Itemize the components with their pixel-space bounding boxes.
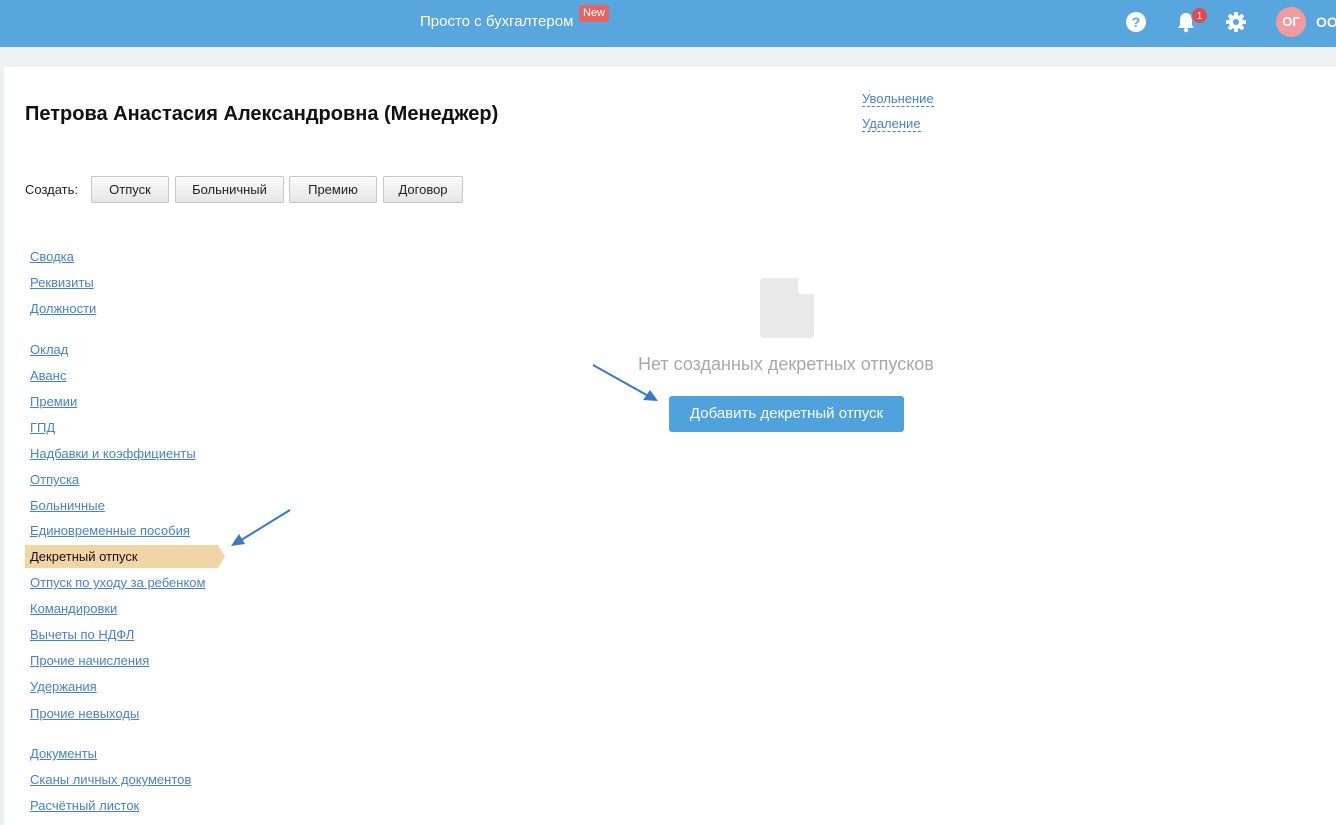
- notification-count-badge: 1: [1191, 7, 1208, 24]
- annotation-arrow-icon: [592, 364, 658, 401]
- nav-item-documents[interactable]: Документы: [30, 746, 97, 761]
- help-icon[interactable]: ?: [1125, 11, 1147, 33]
- nav-item-business-trips[interactable]: Командировки: [30, 601, 117, 616]
- create-contract-button[interactable]: Договор: [383, 176, 463, 203]
- page-title: Петрова Анастасия Александровна (Менедже…: [25, 103, 499, 125]
- annotation-arrow-icon: [231, 509, 291, 546]
- nav-item-payslip[interactable]: Расчётный листок: [30, 798, 139, 813]
- promo-link[interactable]: Просто с бухгалтером: [420, 13, 573, 30]
- nav-item-positions[interactable]: Должности: [30, 301, 96, 316]
- nav-item-allowances[interactable]: Надбавки и коэффициенты: [30, 446, 196, 461]
- nav-item-lump-sum-benefits[interactable]: Единовременные пособия: [30, 523, 190, 538]
- create-label: Создать:: [25, 182, 79, 197]
- nav-item-summary[interactable]: Сводка: [30, 249, 74, 264]
- nav-item-childcare-leave[interactable]: Отпуск по уходу за ребенком: [30, 575, 205, 590]
- create-bonus-button[interactable]: Премию: [289, 176, 377, 203]
- nav-item-bonuses[interactable]: Премии: [30, 394, 77, 409]
- nav-item-gpd[interactable]: ГПД: [30, 420, 55, 435]
- nav-item-vacations[interactable]: Отпуска: [30, 472, 79, 487]
- svg-text:?: ?: [1132, 14, 1141, 30]
- empty-state-message: Нет созданных декретных отпусков: [638, 354, 934, 374]
- new-badge: New: [579, 5, 610, 22]
- create-sick-leave-button[interactable]: Больничный: [175, 176, 284, 203]
- nav-item-sick-leaves[interactable]: Больничные: [30, 498, 105, 513]
- nav-item-salary[interactable]: Оклад: [30, 342, 68, 357]
- avatar[interactable]: ОГ: [1276, 7, 1306, 37]
- nav-item-withholdings[interactable]: Удержания: [30, 679, 97, 694]
- nav-item-other-accruals[interactable]: Прочие начисления: [30, 653, 149, 668]
- add-maternity-leave-button[interactable]: Добавить декретный отпуск: [669, 396, 904, 432]
- delete-link[interactable]: Удаление: [862, 116, 921, 132]
- nav-item-label: Декретный отпуск: [30, 549, 138, 564]
- nav-item-requisites[interactable]: Реквизиты: [30, 275, 94, 290]
- nav-item-advance[interactable]: Аванс: [30, 368, 66, 383]
- nav-item-tax-deductions[interactable]: Вычеты по НДФЛ: [30, 627, 134, 642]
- gear-icon[interactable]: [1225, 11, 1247, 33]
- nav-item-document-scans[interactable]: Сканы личных документов: [30, 772, 191, 787]
- create-vacation-button[interactable]: Отпуск: [91, 176, 169, 203]
- dismissal-link[interactable]: Увольнение: [862, 91, 934, 107]
- document-icon: [760, 278, 814, 338]
- nav-item-maternity-leave[interactable]: Декретный отпуск: [25, 545, 225, 568]
- top-bar: Просто с бухгалтером New ? 1 ОГ ОО: [0, 0, 1336, 47]
- nav-item-other-absences[interactable]: Прочие невыходы: [30, 706, 139, 721]
- org-name[interactable]: ОО: [1316, 14, 1336, 30]
